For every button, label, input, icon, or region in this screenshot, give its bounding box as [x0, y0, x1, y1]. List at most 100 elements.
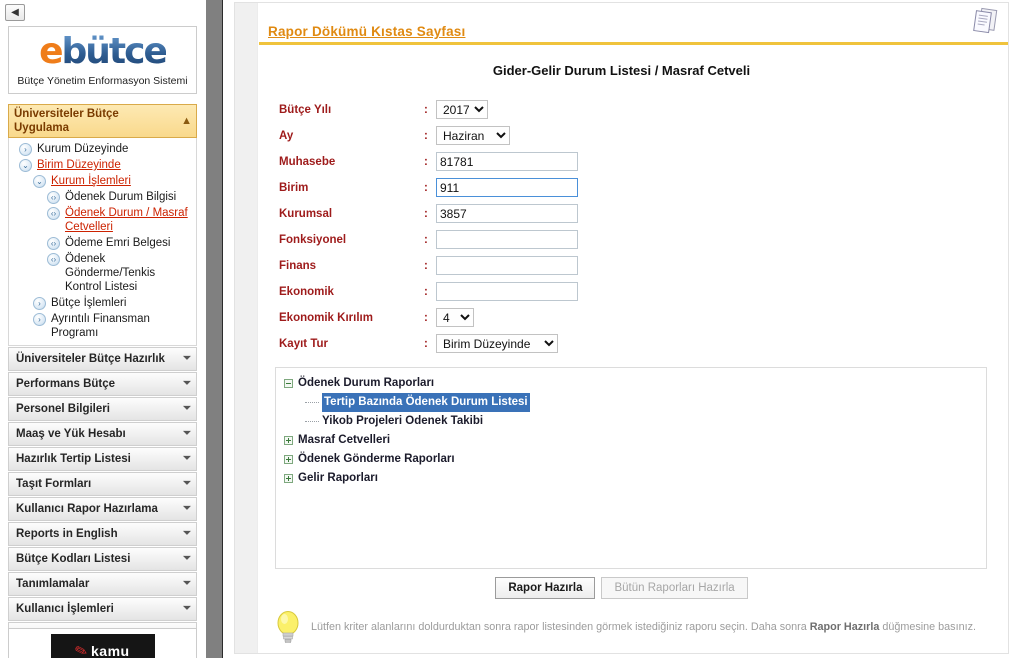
field-label: Ekonomik — [279, 285, 334, 298]
chevron-down-icon: ⏷ — [183, 478, 191, 489]
accordion-title: Maaş ve Yük Hesabı — [16, 428, 126, 440]
sidebar-item-0[interactable]: › Kurum Düzeyinde — [9, 141, 196, 157]
muhasebe-input[interactable] — [436, 152, 578, 171]
sidebar-item-label: Ayrıntılı Finansman Programı — [51, 313, 150, 339]
field-label: Bütçe Yılı — [279, 103, 332, 116]
sidebar-item-label: Birim Düzeyinde — [37, 159, 121, 171]
accordion-header-10[interactable]: Kullanıcı İşlemleri ⏷ — [8, 597, 197, 621]
sidebar-collapse-button[interactable]: ◀ — [5, 4, 25, 21]
chevron-down-icon: ⏷ — [183, 353, 191, 364]
node-leaf-icon[interactable]: ‹› — [47, 207, 60, 220]
form-row: Ekonomik: — [279, 280, 839, 303]
accordion-header-4[interactable]: Hazırlık Tertip Listesi ⏷ — [8, 447, 197, 471]
node-expand-icon[interactable]: › — [19, 143, 32, 156]
accordion-header-2[interactable]: Personel Bilgileri ⏷ — [8, 397, 197, 421]
report-tree-group[interactable]: Masraf Cetvelleri — [276, 431, 986, 450]
accordion-header-uygulama[interactable]: Üniversiteler Bütçe Uygulama ▲ — [8, 104, 197, 138]
tree-connector-icon — [305, 421, 319, 422]
field-colon: : — [424, 129, 428, 142]
sidebar-item-6[interactable]: ‹› Ödenek Gönderme/Tenkis Kontrol Listesi — [9, 251, 196, 295]
form-row: Fonksiyonel: — [279, 228, 839, 251]
field-colon: : — [424, 285, 428, 298]
sidebar-item-8[interactable]: › Ayrıntılı Finansman Programı — [9, 311, 196, 341]
node-expand-icon[interactable]: › — [33, 313, 46, 326]
report-tree-leaf[interactable]: Tertip Bazında Ödenek Durum Listesi — [276, 393, 986, 412]
ekonomik-k-r-l-m-select[interactable]: 4 — [436, 308, 474, 327]
action-buttons: Rapor Hazırla Bütün Raporları Hazırla — [235, 577, 1008, 599]
hint-text: Lütfen kriter alanlarını doldurduktan so… — [311, 609, 976, 634]
node-leaf-icon[interactable]: ‹› — [47, 253, 60, 266]
node-expand-icon[interactable]: › — [33, 297, 46, 310]
accordion-title: Performans Bütçe — [16, 378, 116, 390]
sidebar-item-5[interactable]: ‹› Ödeme Emri Belgesi — [9, 235, 196, 251]
sidebar-item-label: Ödeme Emri Belgesi — [65, 237, 171, 249]
field-label: Ay — [279, 129, 294, 142]
form-row: Ay: Haziran — [279, 124, 839, 147]
accordion-title: Taşıt Formları — [16, 478, 92, 490]
sidebar-item-label: Ödenek Durum Bilgisi — [65, 191, 177, 203]
sidebar-item-label: Ödenek Durum / Masraf Cetvelleri — [65, 207, 188, 233]
sidebar-item-7[interactable]: › Bütçe İşlemleri — [9, 295, 196, 311]
report-list-tree: Ödenek Durum Raporları Tertip Bazında Öde… — [275, 367, 987, 569]
kay-t-tur-select[interactable]: Birim Düzeyinde — [436, 334, 558, 353]
chevron-down-icon: ⏷ — [183, 503, 191, 514]
field-colon: : — [424, 233, 428, 246]
node-expand-icon[interactable]: ⌄ — [19, 159, 32, 172]
ekonomik-input[interactable] — [436, 282, 578, 301]
accordion-body-uygulama: › Kurum Düzeyinde ⌄ Birim Düzeyinde ⌄ Kurum İ… — [8, 138, 197, 346]
finans-input[interactable] — [436, 256, 578, 275]
report-tree-group[interactable]: Ödenek Gönderme Raporları — [276, 450, 986, 469]
birim-input[interactable] — [436, 178, 578, 197]
generate-report-button[interactable]: Rapor Hazırla — [495, 577, 596, 599]
chevron-down-icon: ⏷ — [183, 528, 191, 539]
report-tree-leaf[interactable]: Yikob Projeleri Odenek Takibi — [276, 412, 986, 431]
field-label: Fonksiyonel — [279, 233, 347, 246]
sidebar-item-1[interactable]: ⌄ Birim Düzeyinde — [9, 157, 196, 173]
kamu-banner[interactable]: ✎ kamu — [50, 634, 155, 658]
expand-plus-icon[interactable] — [284, 474, 293, 483]
panel-splitter[interactable] — [205, 0, 223, 658]
collapse-minus-icon[interactable] — [284, 379, 293, 388]
b-t-e-y-l-select[interactable]: 2017 — [436, 100, 488, 119]
generate-all-reports-button[interactable]: Bütün Raporları Hazırla — [601, 577, 748, 599]
field-label: Ekonomik Kırılım — [279, 311, 373, 324]
node-leaf-icon[interactable]: ‹› — [47, 191, 60, 204]
node-expand-icon[interactable]: ⌄ — [33, 175, 46, 188]
accordion-header-7[interactable]: Reports in English ⏷ — [8, 522, 197, 546]
accordion-title: Hazırlık Tertip Listesi — [16, 453, 131, 465]
chevron-down-icon: ⏷ — [183, 553, 191, 564]
kamu-mark-icon: ✎ — [73, 640, 91, 658]
report-tree-label: Tertip Bazında Ödenek Durum Listesi — [322, 393, 530, 412]
accordion-header-8[interactable]: Bütçe Kodları Listesi ⏷ — [8, 547, 197, 571]
expand-plus-icon[interactable] — [284, 455, 293, 464]
sidebar-item-4[interactable]: ‹› Ödenek Durum / Masraf Cetvelleri — [9, 205, 196, 235]
sidebar-item-label: Ödenek Gönderme/Tenkis Kontrol Listesi — [65, 253, 156, 293]
accordion-header-6[interactable]: Kullanıcı Rapor Hazırlama ⏷ — [8, 497, 197, 521]
kurumsal-input[interactable] — [436, 204, 578, 223]
sidebar-item-2[interactable]: ⌄ Kurum İşlemleri — [9, 173, 196, 189]
node-leaf-icon[interactable]: ‹› — [47, 237, 60, 250]
main-panel: Rapor Dökümü Kıstas Sayfası Gider-Gelir … — [224, 0, 1013, 658]
report-tree-group[interactable]: Ödenek Durum Raporları — [276, 374, 986, 393]
fonksiyonel-input[interactable] — [436, 230, 578, 249]
sidebar-item-label: Kurum İşlemleri — [51, 175, 131, 187]
report-tree-group[interactable]: Gelir Raporları — [276, 469, 986, 488]
documents-icon[interactable] — [968, 6, 1002, 38]
form-row: Finans: — [279, 254, 839, 277]
accordion-header-1[interactable]: Performans Bütçe ⏷ — [8, 372, 197, 396]
expand-plus-icon[interactable] — [284, 436, 293, 445]
accordion-title: Kullanıcı İşlemleri — [16, 603, 114, 615]
accordion-header-9[interactable]: Tanımlamalar ⏷ — [8, 572, 197, 596]
sidebar-item-3[interactable]: ‹› Ödenek Durum Bilgisi — [9, 189, 196, 205]
accordion-header-0[interactable]: Üniversiteler Bütçe Hazırlık ⏷ — [8, 347, 197, 371]
chevron-down-icon: ⏷ — [183, 428, 191, 439]
content-card: Rapor Dökümü Kıstas Sayfası Gider-Gelir … — [234, 2, 1009, 654]
logo-prefix: e — [39, 31, 63, 72]
accordion-header-3[interactable]: Maaş ve Yük Hesabı ⏷ — [8, 422, 197, 446]
field-colon: : — [424, 103, 428, 116]
content-left-gutter — [235, 3, 258, 653]
app-logo: ebütce Bütçe Yönetim Enformasyon Sistemi — [8, 26, 197, 94]
accordion-header-5[interactable]: Taşıt Formları ⏷ — [8, 472, 197, 496]
title-divider — [259, 42, 1008, 45]
ay-select[interactable]: Haziran — [436, 126, 510, 145]
